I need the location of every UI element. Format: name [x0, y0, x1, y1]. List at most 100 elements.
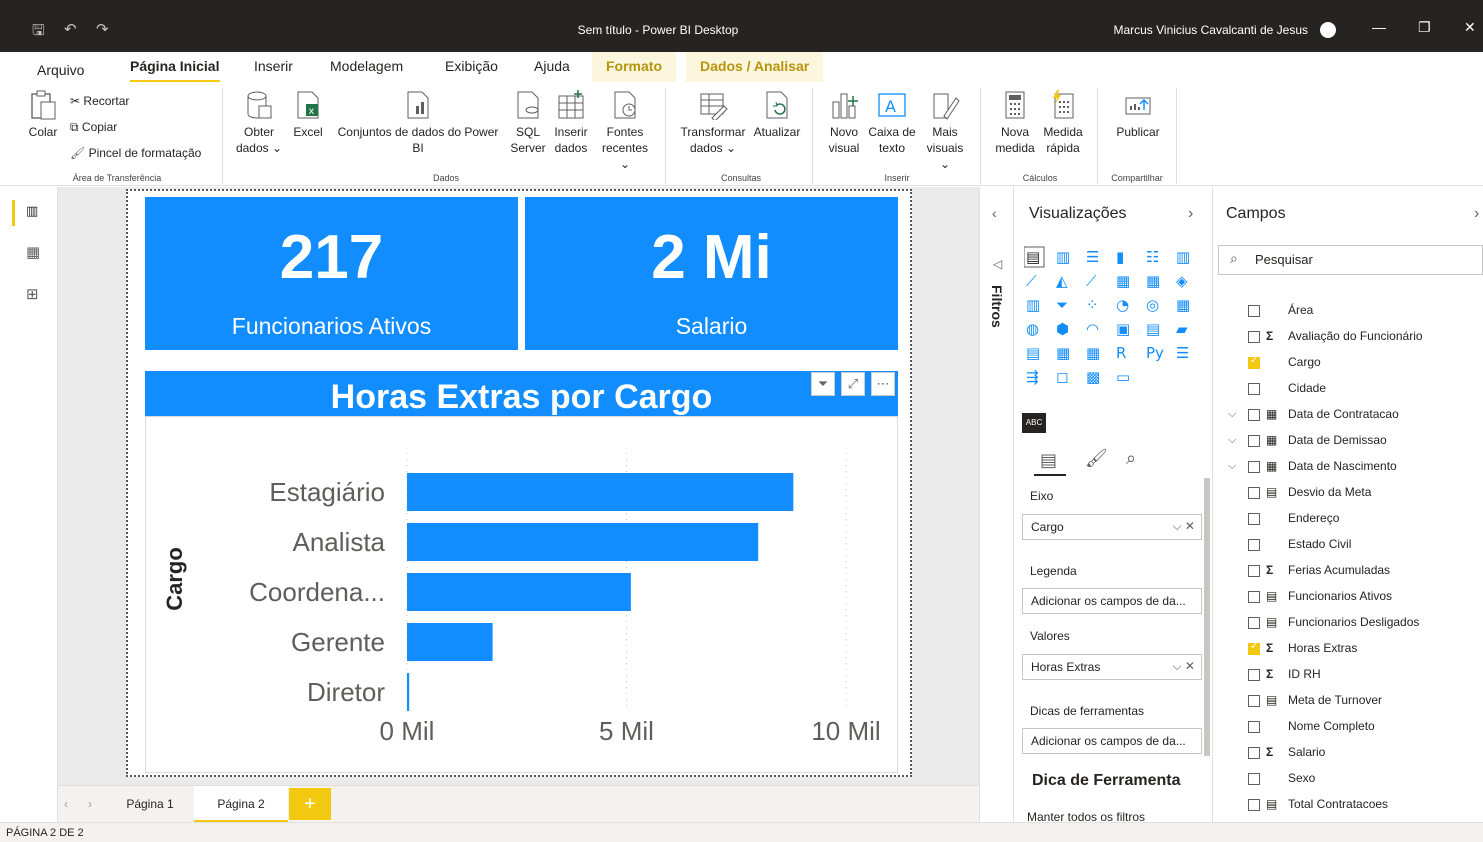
visual-type-icon[interactable]: ▤: [1026, 344, 1040, 362]
field-checkbox[interactable]: [1248, 409, 1260, 421]
bar[interactable]: [407, 673, 410, 711]
visual-type-icon[interactable]: ◭: [1056, 272, 1068, 290]
field-checkbox[interactable]: [1248, 591, 1260, 603]
tab-inserir[interactable]: Inserir: [254, 58, 293, 74]
tab-exibicao[interactable]: Exibição: [445, 58, 498, 74]
field-checkbox[interactable]: [1248, 435, 1260, 447]
chevron-down-icon[interactable]: ⌵: [1228, 460, 1236, 473]
tab-pagina-inicial[interactable]: Página Inicial: [130, 58, 219, 74]
custom-visual-icon[interactable]: ABC: [1022, 413, 1046, 433]
copy-button[interactable]: ⧉ Copiar: [70, 120, 117, 135]
bar[interactable]: [407, 573, 631, 611]
field-checkbox[interactable]: [1248, 461, 1260, 473]
visual-type-icon[interactable]: ▥: [1026, 296, 1040, 314]
field-checkbox[interactable]: [1248, 355, 1260, 369]
focus-mode-icon[interactable]: ⤢: [841, 372, 865, 396]
page-tab-1[interactable]: Página 1: [110, 786, 190, 823]
field-item[interactable]: ▤ Funcionarios Desligados: [1228, 614, 1478, 638]
chevron-right-icon[interactable]: ›: [1474, 205, 1479, 223]
field-item[interactable]: ▤ Meta de Turnover: [1228, 692, 1478, 716]
field-checkbox[interactable]: [1248, 695, 1260, 707]
new-visual-button[interactable]: Novo visual: [824, 90, 864, 156]
visual-type-icon[interactable]: ⏷: [1056, 296, 1068, 314]
field-item[interactable]: ⌵ ▦ Data de Nascimento: [1228, 458, 1478, 482]
filters-pane-collapsed[interactable]: ‹ ◁: [979, 187, 1013, 822]
field-item[interactable]: Sexo: [1228, 770, 1478, 794]
field-item[interactable]: Σ Avaliação do Funcionário: [1228, 328, 1478, 352]
chevron-down-icon[interactable]: ⌵: [1228, 434, 1236, 447]
recent-sources-button[interactable]: Fontes recentes ⌄: [596, 90, 654, 172]
minimize-icon[interactable]: —: [1372, 19, 1386, 35]
restore-icon[interactable]: ❐: [1418, 19, 1431, 36]
more-options-icon[interactable]: ⋯: [871, 372, 895, 396]
visual-type-icon[interactable]: ▦: [1146, 272, 1160, 290]
field-checkbox[interactable]: [1248, 487, 1260, 499]
visual-type-icon[interactable]: ⬢: [1056, 320, 1069, 338]
chevron-right-icon[interactable]: ›: [1188, 205, 1193, 223]
field-item[interactable]: Σ Ferias Acumuladas: [1228, 562, 1478, 586]
visual-type-icon[interactable]: ▦: [1056, 344, 1070, 362]
close-icon[interactable]: ✕: [1464, 19, 1476, 36]
field-checkbox[interactable]: [1248, 617, 1260, 629]
field-checkbox[interactable]: [1248, 383, 1260, 395]
field-checkbox[interactable]: [1248, 773, 1260, 785]
powerbi-datasets-button[interactable]: Conjuntos de dados do Power BI: [330, 90, 506, 156]
visual-type-icon[interactable]: ⟋: [1026, 272, 1037, 290]
excel-button[interactable]: x Excel: [290, 90, 326, 140]
well-dicas[interactable]: Adicionar os campos de da...: [1022, 728, 1202, 754]
field-checkbox[interactable]: [1248, 747, 1260, 759]
model-view-icon[interactable]: ⊞: [26, 285, 39, 303]
visual-type-icon[interactable]: ☰: [1176, 344, 1189, 362]
visual-type-icons[interactable]: ▤ ▥ ☰ ▮ ☷ ▥ ⟋ ◭ ⟋ ▦ ▦ ◈ ▥ ⏷ ⁘ ◔ ◎ ▦ ◍ ⬢ ◠ ▣ ▤ ▰ ▤ ▦ ▦ R Py ☰ ⇶ ◻ ▩ ▭: [1023, 246, 1204, 396]
visual-type-icon[interactable]: ◔: [1116, 296, 1129, 314]
visual-type-icon[interactable]: ▦: [1086, 344, 1100, 362]
cut-button[interactable]: ✂ Recortar: [70, 94, 129, 108]
tab-arquivo[interactable]: Arquivo: [37, 62, 84, 78]
add-page-button[interactable]: +: [289, 788, 331, 820]
format-roller-icon[interactable]: 🖌: [1085, 448, 1108, 469]
field-item[interactable]: Σ ID RH: [1228, 666, 1478, 690]
field-checkbox[interactable]: [1248, 799, 1260, 811]
field-checkbox[interactable]: [1248, 565, 1260, 577]
text-box-button[interactable]: A Caixa de texto: [866, 90, 918, 156]
page-tab-2[interactable]: Página 2: [194, 786, 288, 823]
visual-type-icon[interactable]: Py: [1146, 344, 1164, 362]
format-painter-button[interactable]: 🖌 Pincel de formatação: [70, 146, 201, 160]
bar[interactable]: [407, 623, 493, 661]
card-funcionarios-ativos[interactable]: 217 Funcionarios Ativos: [145, 197, 518, 350]
field-item[interactable]: Endereço: [1228, 510, 1478, 534]
chevron-left-icon[interactable]: ‹: [992, 205, 997, 221]
user-name[interactable]: Marcus Vinicius Cavalcanti de Jesus: [1060, 23, 1308, 37]
field-item[interactable]: Cargo: [1228, 354, 1478, 378]
well-eixo[interactable]: Cargo ⌵ ✕: [1022, 514, 1202, 540]
fields-search-input[interactable]: Pesquisar: [1218, 245, 1483, 275]
well-valores[interactable]: Horas Extras ⌵ ✕: [1022, 654, 1202, 680]
paste-button[interactable]: Colar: [26, 90, 60, 140]
tab-dados-analisar[interactable]: Dados / Analisar: [686, 52, 824, 82]
visual-type-icon[interactable]: ▥: [1056, 248, 1070, 266]
refresh-button[interactable]: Atualizar: [752, 90, 802, 140]
visual-type-icon[interactable]: ▦: [1176, 296, 1190, 314]
field-checkbox[interactable]: [1248, 641, 1260, 655]
publish-button[interactable]: Publicar: [1110, 90, 1166, 140]
tab-modelagem[interactable]: Modelagem: [330, 58, 403, 74]
fields-tab-icon[interactable]: ▤: [1040, 450, 1057, 471]
get-data-button[interactable]: Obter dados ⌄: [233, 90, 285, 156]
visual-type-icon[interactable]: ☰: [1086, 248, 1099, 266]
visual-type-icon[interactable]: ▰: [1176, 320, 1188, 338]
field-item[interactable]: Σ Horas Extras: [1228, 640, 1478, 664]
field-item[interactable]: Nome Completo: [1228, 718, 1478, 742]
report-view-icon[interactable]: ▥: [26, 203, 38, 219]
bar[interactable]: [407, 473, 794, 511]
field-checkbox[interactable]: [1248, 721, 1260, 733]
transform-data-button[interactable]: Transformar dados ⌄: [676, 90, 750, 156]
field-item[interactable]: ▤ Desvio da Meta: [1228, 484, 1478, 508]
field-item[interactable]: Estado Civil: [1228, 536, 1478, 560]
field-checkbox[interactable]: [1248, 331, 1260, 343]
chevron-right-icon[interactable]: ›: [88, 797, 92, 811]
visual-type-icon[interactable]: ◠: [1086, 320, 1099, 338]
field-item[interactable]: ▤ Funcionarios Ativos: [1228, 588, 1478, 612]
well-legenda[interactable]: Adicionar os campos de da...: [1022, 588, 1202, 614]
visual-type-icon[interactable]: ⇶: [1026, 368, 1039, 386]
visual-type-icon[interactable]: ▮: [1116, 248, 1124, 266]
